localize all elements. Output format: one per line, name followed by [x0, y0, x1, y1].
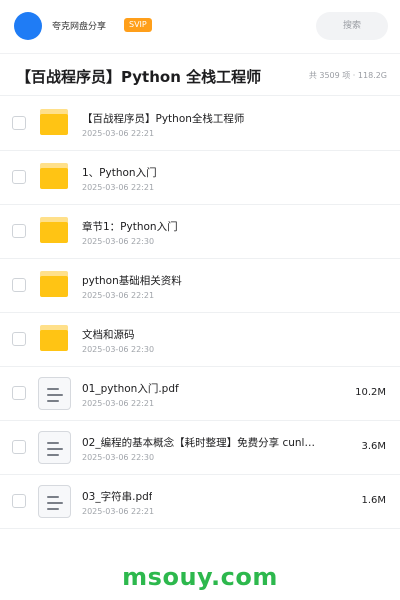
item-name: 章节1：Python入门 — [82, 221, 178, 233]
item-name: 文档和源码 — [82, 329, 135, 341]
watermark: msouy.com — [122, 563, 278, 591]
document-icon — [38, 431, 71, 464]
folder-icon — [40, 217, 68, 243]
select-checkbox[interactable] — [12, 332, 26, 346]
item-name: 03_字符串.pdf — [82, 491, 153, 503]
list-item[interactable]: 【百战程序员】Python全栈工程师 2025-03-06 22:21 — [0, 97, 400, 151]
item-date: 2025-03-06 22:21 — [82, 183, 155, 192]
folder-icon — [40, 325, 68, 351]
list-item[interactable]: 01_python入门.pdf 2025-03-06 22:21 10.2M — [0, 367, 400, 421]
item-name: python基础相关资料 — [82, 275, 182, 287]
item-name: 02_编程的基本概念【耗时整理】免费分享 cunl… — [82, 437, 315, 449]
item-name: 01_python入门.pdf — [82, 383, 179, 395]
document-icon — [38, 377, 71, 410]
item-date: 2025-03-06 22:21 — [82, 291, 155, 300]
item-date: 2025-03-06 22:21 — [82, 129, 155, 138]
select-checkbox[interactable] — [12, 278, 26, 292]
item-size: 1.6M — [361, 495, 386, 506]
list-item[interactable]: 文档和源码 2025-03-06 22:30 — [0, 313, 400, 367]
avatar[interactable] — [14, 12, 42, 40]
folder-icon — [40, 271, 68, 297]
folder-icon — [40, 163, 68, 189]
select-checkbox[interactable] — [12, 116, 26, 130]
item-size: 3.6M — [361, 441, 386, 452]
select-checkbox[interactable] — [12, 386, 26, 400]
document-icon — [38, 485, 71, 518]
item-date: 2025-03-06 22:30 — [82, 345, 155, 354]
item-date: 2025-03-06 22:30 — [82, 237, 155, 246]
search-button[interactable]: 搜索 — [316, 12, 388, 40]
item-date: 2025-03-06 22:21 — [82, 399, 155, 408]
select-checkbox[interactable] — [12, 494, 26, 508]
item-name: 1、Python入门 — [82, 167, 157, 179]
list-item[interactable]: 03_字符串.pdf 2025-03-06 22:21 1.6M — [0, 475, 400, 529]
item-name: 【百战程序员】Python全栈工程师 — [82, 113, 245, 125]
list-item[interactable]: 02_编程的基本概念【耗时整理】免费分享 cunl… 2025-03-06 22:… — [0, 421, 400, 475]
item-date: 2025-03-06 22:21 — [82, 507, 155, 516]
folder-header: 【百战程序员】Python 全栈工程师 共 3509 项 · 118.2G — [0, 53, 400, 96]
list-item[interactable]: 章节1：Python入门 2025-03-06 22:30 — [0, 205, 400, 259]
select-checkbox[interactable] — [12, 440, 26, 454]
select-checkbox[interactable] — [12, 170, 26, 184]
list-item[interactable]: 1、Python入门 2025-03-06 22:21 — [0, 151, 400, 205]
top-bar: 夸克网盘分享 SVIP 搜索 — [0, 0, 400, 52]
folder-icon — [40, 109, 68, 135]
page-title: 【百战程序员】Python 全栈工程师 — [16, 68, 262, 86]
svip-badge: SVIP — [124, 18, 152, 32]
sharer-name: 夸克网盘分享 — [52, 22, 107, 32]
list-item[interactable]: python基础相关资料 2025-03-06 22:21 — [0, 259, 400, 313]
item-date: 2025-03-06 22:30 — [82, 453, 155, 462]
item-size: 10.2M — [355, 387, 386, 398]
folder-meta: 共 3509 项 · 118.2G — [308, 71, 387, 80]
select-checkbox[interactable] — [12, 224, 26, 238]
file-list: 【百战程序员】Python全栈工程师 2025-03-06 22:21 1、Pyth… — [0, 97, 400, 529]
